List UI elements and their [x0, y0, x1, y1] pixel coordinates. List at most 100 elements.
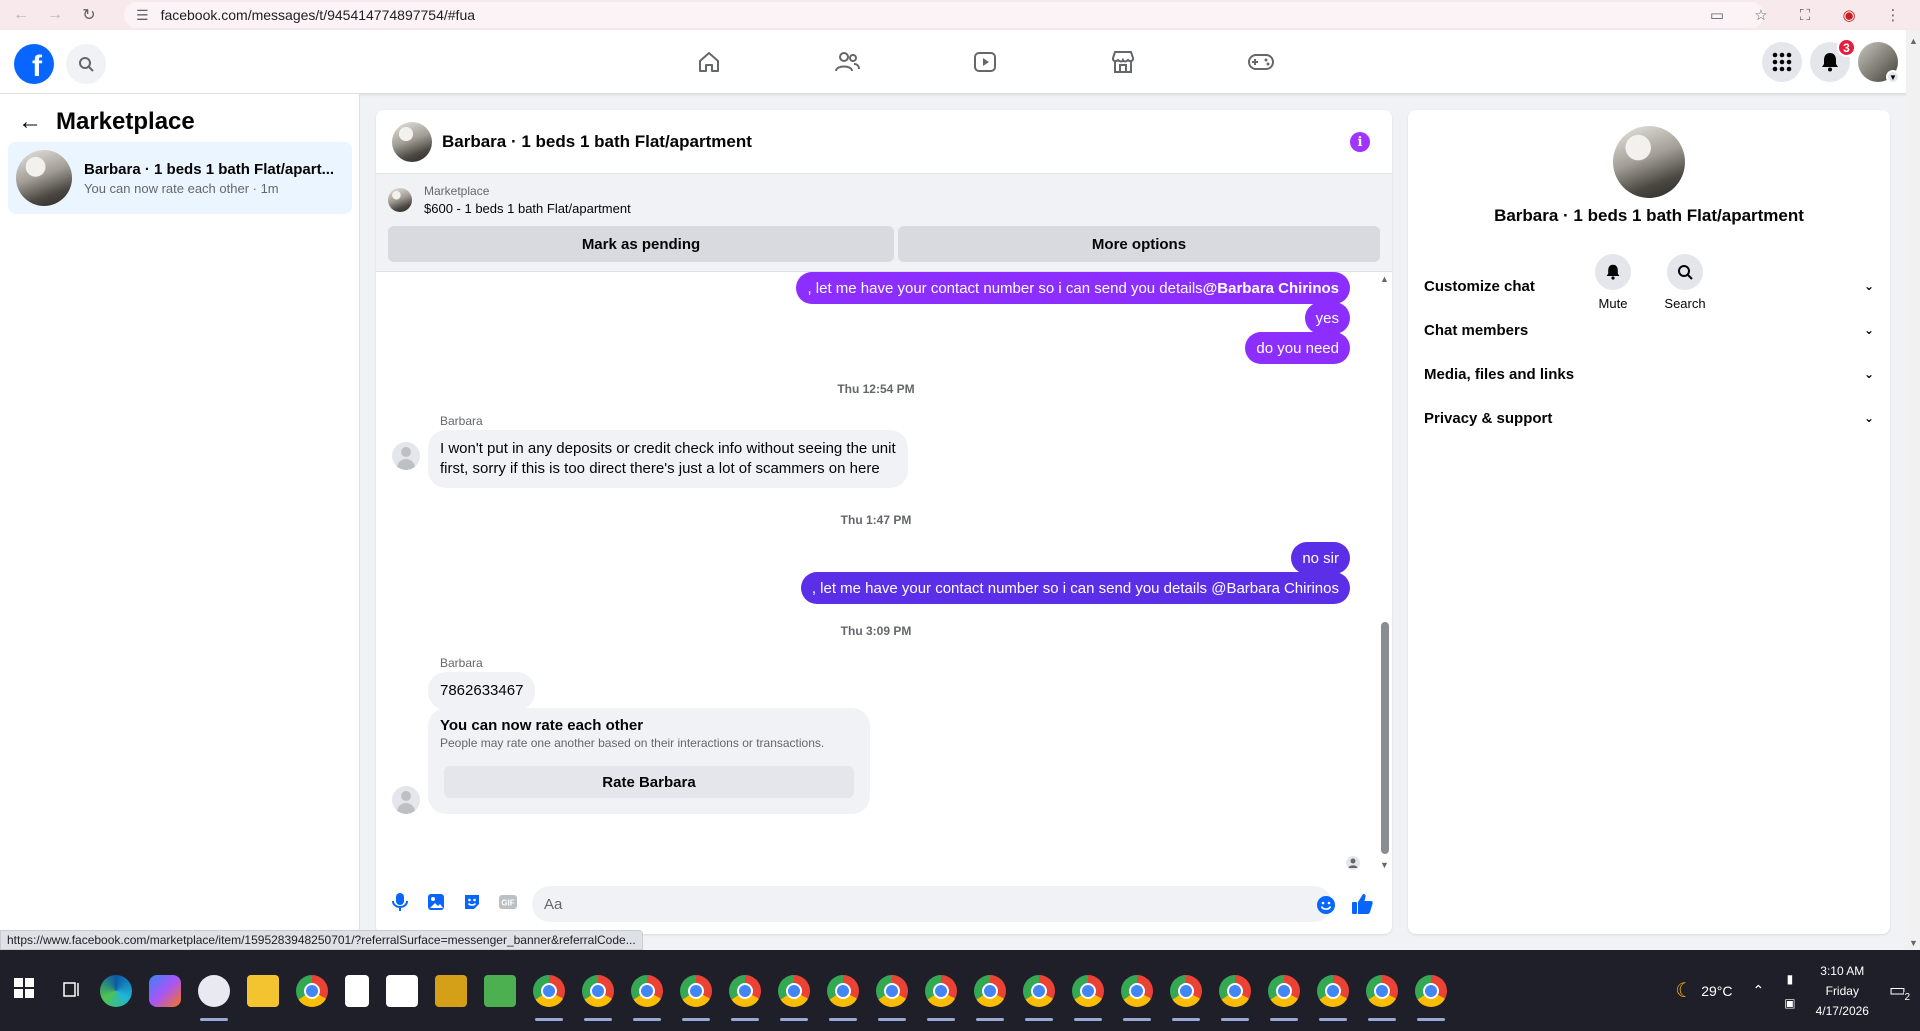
thumbs-up-icon[interactable]	[1350, 892, 1374, 916]
network-icon[interactable]: ▣	[1784, 996, 1795, 1010]
chat-title[interactable]: Barbara · 1 beds 1 bath Flat/apartment	[442, 132, 752, 152]
capcut-icon[interactable]	[386, 974, 418, 1007]
chat-window: Barbara · 1 beds 1 bath Flat/apartment i…	[376, 110, 1392, 934]
chrome-profile-icon[interactable]	[1366, 974, 1398, 1021]
action-center-button[interactable]: ▭ 2	[1889, 980, 1910, 1003]
reload-icon[interactable]: ↻	[76, 2, 102, 28]
profile-icon[interactable]: ◉	[1838, 4, 1860, 26]
chat-members-section[interactable]: Chat members ⌄	[1424, 308, 1874, 352]
info-icon[interactable]: i	[1350, 132, 1370, 152]
task-view-icon[interactable]	[62, 980, 82, 1000]
app-icon[interactable]	[198, 974, 230, 1021]
extensions-icon[interactable]: ⛶	[1794, 4, 1816, 26]
bookmark-star-icon[interactable]: ☆	[1750, 4, 1772, 26]
listing-price: $600 - 1 beds 1 bath Flat/apartment	[424, 201, 631, 216]
sender-avatar[interactable]	[392, 786, 420, 814]
install-app-icon[interactable]: ▭	[1706, 4, 1728, 26]
chevron-down-icon: ▼	[1886, 70, 1900, 84]
message-input[interactable]	[532, 886, 1332, 922]
customize-chat-section[interactable]: Customize chat ⌄	[1424, 264, 1874, 308]
scroll-thumb[interactable]	[1381, 622, 1389, 854]
chrome-profile-icon[interactable]	[1023, 974, 1055, 1021]
edge-icon[interactable]	[100, 974, 132, 1007]
facebook-logo[interactable]: f	[14, 44, 54, 84]
chrome-icon[interactable]	[296, 974, 328, 1007]
site-settings-icon[interactable]: ☰	[136, 7, 149, 24]
nav-video[interactable]	[916, 30, 1054, 94]
outgoing-message[interactable]: , let me have your contact number so i c…	[800, 572, 1350, 604]
emoji-icon[interactable]	[1316, 895, 1336, 915]
chrome-profile-icon[interactable]	[925, 974, 957, 1021]
sender-avatar[interactable]	[392, 442, 420, 470]
chrome-profile-icon[interactable]	[1219, 974, 1251, 1021]
scroll-up-icon[interactable]: ▲	[1909, 36, 1918, 46]
outgoing-message[interactable]: , let me have your contact number so i c…	[796, 272, 1350, 304]
outgoing-message[interactable]: yes	[1304, 302, 1350, 334]
media-files-links-section[interactable]: Media, files and links ⌄	[1424, 352, 1874, 396]
chrome-profile-icon[interactable]	[1170, 974, 1202, 1021]
nav-friends[interactable]	[778, 30, 916, 94]
listing-link[interactable]: Marketplace $600 - 1 beds 1 bath Flat/ap…	[388, 184, 631, 216]
weather-widget[interactable]: ☾ 29°C	[1675, 978, 1732, 1003]
scroll-up-icon[interactable]: ▲	[1380, 274, 1389, 284]
attach-photo-button[interactable]	[418, 884, 454, 920]
chrome-profile-icon[interactable]	[729, 974, 761, 1021]
chrome-profile-icon[interactable]	[974, 974, 1006, 1021]
chrome-profile-icon[interactable]	[778, 974, 810, 1021]
sticker-button[interactable]	[454, 884, 490, 920]
app-icon[interactable]	[435, 974, 467, 1007]
timestamp: Thu 1:47 PM	[840, 513, 912, 527]
menu-dots-icon[interactable]: ⋮	[1882, 4, 1904, 26]
chrome-profile-icon[interactable]	[876, 974, 908, 1021]
incoming-message[interactable]: 7862633467	[428, 672, 536, 710]
privacy-support-section[interactable]: Privacy & support ⌄	[1424, 396, 1874, 440]
more-options-button[interactable]: More options	[898, 226, 1380, 262]
notepad-icon[interactable]	[345, 974, 369, 1007]
search-button[interactable]	[66, 44, 106, 84]
outgoing-message[interactable]: do you need	[1245, 332, 1350, 364]
file-explorer-icon[interactable]	[247, 974, 279, 1007]
chat-scrollbar[interactable]: ▲ ▼	[1378, 274, 1392, 870]
menu-button[interactable]	[1762, 42, 1802, 82]
outgoing-message[interactable]: no sir	[1291, 542, 1350, 574]
voice-clip-button[interactable]	[382, 884, 418, 920]
scroll-down-icon[interactable]: ▼	[1380, 860, 1389, 870]
account-avatar[interactable]: ▼	[1858, 42, 1900, 84]
mark-as-pending-button[interactable]: Mark as pending	[388, 226, 894, 262]
spreadsheet-icon[interactable]	[484, 974, 516, 1007]
page-scrollbar[interactable]: ▲ ▼	[1906, 30, 1920, 950]
chrome-profile-icon[interactable]	[827, 974, 859, 1021]
details-avatar[interactable]	[1613, 126, 1685, 198]
battery-icon[interactable]: ▮	[1787, 972, 1794, 986]
nav-home[interactable]	[640, 30, 778, 94]
gif-button[interactable]: GIF	[490, 884, 526, 920]
system-clock[interactable]: 3:10 AM Friday 4/17/2026	[1816, 961, 1869, 1021]
chrome-profile-icon[interactable]	[1268, 974, 1300, 1021]
rate-button[interactable]: Rate Barbara	[444, 766, 854, 798]
rate-card: You can now rate each other People may r…	[428, 708, 870, 814]
back-arrow-icon[interactable]: ←	[18, 108, 42, 136]
chrome-profile-icon[interactable]	[582, 974, 614, 1021]
conversation-item[interactable]: Barbara · 1 beds 1 bath Flat/apart... Yo…	[8, 142, 352, 214]
copilot-icon[interactable]	[149, 974, 181, 1007]
chrome-profile-icon[interactable]	[1072, 974, 1104, 1021]
chevron-up-icon[interactable]: ⌃	[1753, 982, 1765, 999]
forward-arrow-icon[interactable]: →	[42, 2, 68, 28]
chrome-profile-icon[interactable]	[631, 974, 663, 1021]
chrome-profile-icon[interactable]	[1317, 974, 1349, 1021]
address-bar[interactable]: ☰ facebook.com/messages/t/94541477489775…	[124, 2, 1764, 28]
chrome-profile-icon[interactable]	[1415, 974, 1447, 1021]
chrome-profile-icon[interactable]	[680, 974, 712, 1021]
mention[interactable]: @Barbara Chirinos	[1203, 280, 1339, 297]
scroll-down-icon[interactable]: ▼	[1909, 938, 1918, 948]
windows-start-icon[interactable]	[14, 978, 34, 998]
nav-marketplace[interactable]	[1054, 30, 1192, 94]
chrome-profile-icon[interactable]	[533, 974, 565, 1021]
incoming-message[interactable]: I won't put in any deposits or credit ch…	[428, 430, 908, 488]
nav-gaming[interactable]	[1192, 30, 1330, 94]
back-arrow-icon[interactable]: ←	[8, 2, 34, 28]
notifications-button[interactable]: 3	[1810, 38, 1856, 82]
marketplace-label: Marketplace	[424, 184, 490, 198]
chrome-profile-icon[interactable]	[1121, 974, 1153, 1021]
chat-avatar[interactable]	[392, 121, 432, 162]
